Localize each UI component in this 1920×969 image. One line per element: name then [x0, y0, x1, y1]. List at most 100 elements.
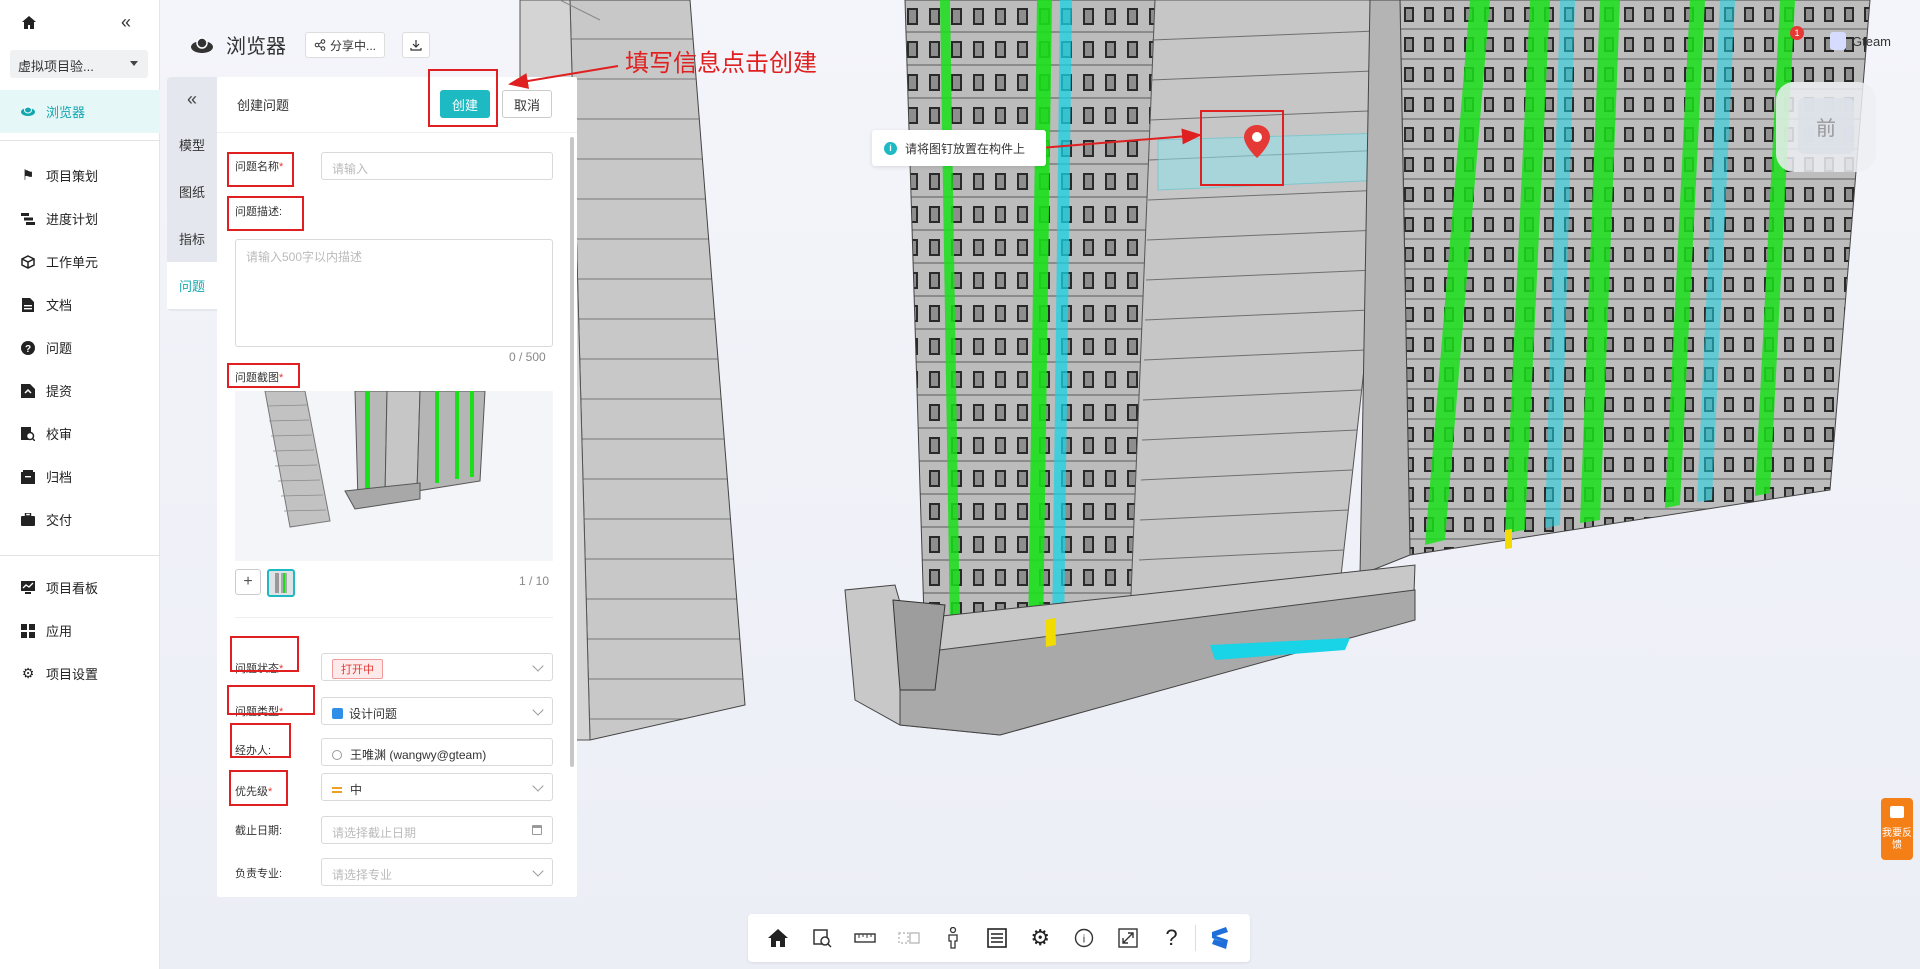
sidebar-item-settings[interactable]: ⚙ 项目设置 — [0, 652, 160, 695]
help-icon[interactable]: ? — [1150, 918, 1194, 958]
gantt-icon — [20, 211, 36, 227]
caret-down-icon — [130, 61, 138, 66]
home-view-icon[interactable] — [756, 918, 800, 958]
sidebar-item-dashboard[interactable]: 项目看板 — [0, 566, 160, 609]
annotation-box-assignee — [230, 723, 291, 758]
priority-medium-icon — [332, 787, 342, 793]
measure-icon[interactable] — [843, 918, 887, 958]
view-cube-front[interactable]: 前 — [1798, 98, 1854, 154]
add-screenshot-button[interactable]: + — [235, 569, 261, 595]
pin-tooltip: i 请将图钉放置在构件上 — [872, 130, 1046, 166]
dashboard-icon — [20, 580, 36, 596]
sidebar-item-archive[interactable]: 归档 — [0, 455, 160, 498]
sidebar-item-documents[interactable]: 文档 — [0, 283, 160, 326]
tab-metrics[interactable]: 指标 — [167, 215, 217, 262]
annotation-box-status — [230, 636, 299, 672]
annotation-box-screenshot — [227, 363, 300, 388]
collapse-sidebar-icon[interactable]: « — [121, 12, 131, 33]
sidebar-item-label: 项目设置 — [46, 667, 99, 682]
deadline-label: 截止日期: — [235, 825, 283, 837]
walk-person-icon[interactable] — [931, 918, 975, 958]
archive-icon — [20, 469, 36, 485]
sidebar: « 虚拟项目验... 浏览器 ⚑ 项目策划 进度计划 工作单元 文档 ? 问题 … — [0, 0, 160, 969]
divider — [0, 140, 160, 141]
browser-icon — [191, 36, 213, 53]
sidebar-item-label: 进度计划 — [46, 212, 99, 227]
search-icon — [332, 750, 342, 760]
section-box-icon[interactable] — [800, 918, 844, 958]
annotation-box-name — [227, 152, 294, 187]
chevron-down-icon — [532, 865, 544, 877]
browser-icon — [20, 104, 36, 120]
cancel-button[interactable]: 取消 — [502, 90, 552, 118]
share-button[interactable]: 分享中... — [305, 32, 385, 58]
sidebar-item-label: 校审 — [46, 427, 73, 442]
status-badge: 打开中 — [332, 659, 383, 679]
download-button[interactable] — [402, 32, 430, 58]
project-select[interactable]: 虚拟项目验... — [10, 50, 148, 78]
gear-icon[interactable]: ⚙ — [1018, 918, 1062, 958]
sidebar-item-issues[interactable]: ? 问题 — [0, 326, 160, 369]
tab-model[interactable]: 模型 — [167, 121, 217, 168]
sidebar-item-planning[interactable]: ⚑ 项目策划 — [0, 154, 160, 197]
notification-badge[interactable]: 1 — [1790, 26, 1804, 40]
sidebar-item-label: 工作单元 — [46, 255, 99, 270]
sidebar-item-label: 交付 — [46, 513, 73, 528]
tab-issues[interactable]: 问题 — [167, 262, 217, 309]
tab-drawings[interactable]: 图纸 — [167, 168, 217, 215]
issue-name-input[interactable]: 请输入 — [321, 152, 553, 180]
sidebar-item-browser[interactable]: 浏览器 — [0, 90, 160, 133]
sidebar-item-label: 提资 — [46, 384, 73, 399]
home-icon[interactable] — [20, 14, 38, 32]
annotation-box-create — [428, 69, 498, 127]
discipline-select[interactable]: 请选择专业 — [321, 858, 553, 886]
design-issue-icon — [332, 708, 343, 719]
submit-icon — [20, 383, 36, 399]
review-icon — [20, 426, 36, 442]
document-icon — [20, 297, 36, 313]
page-title: 浏览器 — [190, 30, 286, 59]
download-icon — [410, 40, 422, 51]
viewer-toolbar: ⚙ i ? — [748, 914, 1250, 962]
panel-title: 创建问题 — [237, 98, 290, 113]
divider — [0, 555, 160, 556]
model-tree-icon[interactable] — [975, 918, 1019, 958]
deadline-picker[interactable]: 请选择截止日期 — [321, 816, 553, 844]
chevron-down-icon — [532, 780, 544, 792]
sidebar-item-schedule[interactable]: 进度计划 — [0, 197, 160, 240]
collapse-panel-icon[interactable]: « — [167, 77, 217, 121]
nav-main: 浏览器 — [0, 90, 160, 133]
sidebar-item-work-unit[interactable]: 工作单元 — [0, 240, 160, 283]
assignee-input[interactable]: 王唯渊 (wangwy@gteam) — [321, 738, 553, 766]
fullscreen-icon[interactable] — [1106, 918, 1150, 958]
panel-scrollbar[interactable] — [570, 137, 574, 767]
sidebar-item-label: 文档 — [46, 298, 73, 313]
user-name[interactable]: Gteam — [1852, 34, 1891, 49]
deadline-placeholder: 请选择截止日期 — [332, 826, 417, 840]
annotation-box-priority — [229, 770, 288, 806]
issue-screenshot-preview[interactable] — [235, 391, 553, 561]
pin-tooltip-text: 请将图钉放置在构件上 — [905, 141, 1026, 156]
sidebar-item-delivery[interactable]: 交付 — [0, 498, 160, 541]
nav-project: 项目看板 应用 ⚙ 项目设置 — [0, 566, 160, 695]
sidebar-item-review[interactable]: 校审 — [0, 412, 160, 455]
priority-select[interactable]: 中 — [321, 773, 553, 801]
cube-icon — [20, 254, 36, 270]
issue-status-select[interactable]: 打开中 — [321, 653, 553, 681]
sidebar-item-submit[interactable]: 提资 — [0, 369, 160, 412]
sidebar-item-apps[interactable]: 应用 — [0, 609, 160, 652]
avatar[interactable] — [1830, 32, 1846, 50]
issue-description-textarea[interactable]: 请输入500字以内描述 — [235, 239, 553, 347]
info-icon[interactable]: i — [1062, 918, 1106, 958]
feedback-button[interactable]: 我要反馈 — [1881, 798, 1913, 860]
divider — [235, 617, 553, 618]
annotation-box-description — [227, 196, 304, 231]
screenshot-thumbnail[interactable] — [267, 569, 295, 597]
brand-logo-icon[interactable] — [1198, 918, 1242, 958]
section-plane-icon[interactable] — [887, 918, 931, 958]
view-cube[interactable]: 前 — [1776, 82, 1876, 172]
apps-icon — [20, 623, 36, 639]
flag-icon: ⚑ — [21, 167, 35, 183]
toolbar-divider — [1195, 925, 1197, 951]
issue-type-select[interactable]: 设计问题 — [321, 697, 553, 725]
